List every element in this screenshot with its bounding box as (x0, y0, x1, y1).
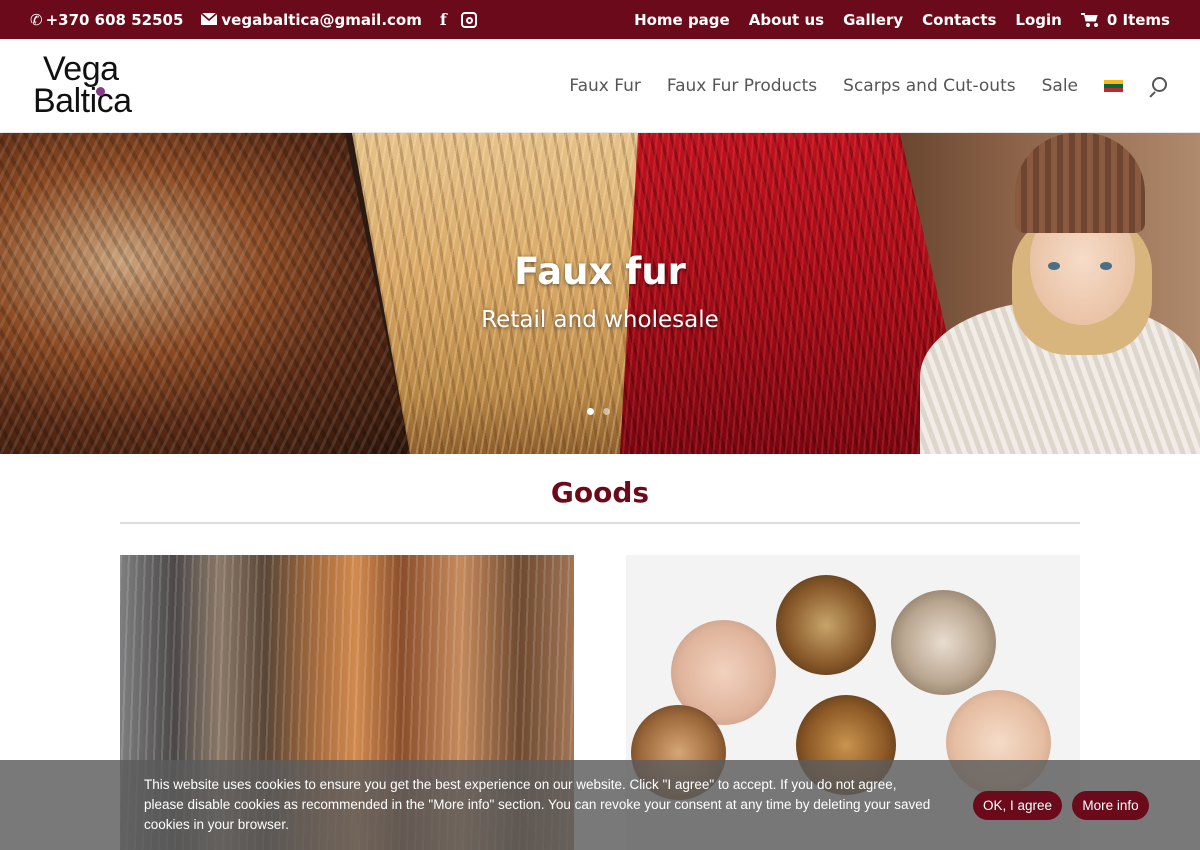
hero-subtitle: Retail and wholesale (481, 307, 719, 333)
cart-count: 0 Items (1106, 10, 1170, 29)
pompom (776, 575, 876, 675)
goods-heading: Goods (550, 476, 650, 509)
top-nav-home[interactable]: Home page (634, 11, 730, 29)
main-nav: Faux Fur Faux Fur Products Scarps and Cu… (569, 39, 1167, 133)
facebook-icon[interactable]: f (440, 10, 447, 29)
cookie-banner: This website uses cookies to ensure you … (0, 760, 1200, 850)
phone-number: +370 608 52505 (45, 10, 184, 29)
nav-scarps-cutouts[interactable]: Scarps and Cut-outs (843, 76, 1015, 96)
cart-icon (1080, 12, 1099, 27)
cookie-more-info-button[interactable]: More info (1072, 791, 1149, 820)
lithuanian-flag-icon[interactable] (1104, 79, 1123, 93)
top-nav-login[interactable]: Login (1015, 11, 1061, 29)
hero-fur-brown-panel (0, 133, 410, 454)
nav-faux-fur[interactable]: Faux Fur (569, 76, 641, 96)
email-address: vegabaltica@gmail.com (221, 10, 422, 29)
slider-dot[interactable] (603, 408, 610, 415)
logo-line-2: Baltica (33, 82, 132, 120)
cookie-agree-button[interactable]: OK, I agree (973, 791, 1062, 820)
main-header: Vega Baltica Faux Fur Faux Fur Products … (0, 39, 1200, 133)
instagram-icon[interactable] (460, 11, 477, 28)
top-nav: Home page About us Gallery Contacts Logi… (634, 0, 1170, 39)
cart-link[interactable]: 0 Items (1080, 10, 1170, 29)
email-link[interactable]: vegabaltica@gmail.com (183, 10, 422, 29)
goods-divider (120, 522, 1080, 524)
top-nav-contacts[interactable]: Contacts (922, 11, 996, 29)
search-icon[interactable] (1149, 77, 1167, 95)
contact-info: ✆ +370 608 52505 vegabaltica@gmail.com f (30, 0, 477, 39)
logo[interactable]: Vega Baltica (33, 50, 143, 120)
envelope-icon (200, 11, 218, 29)
cookie-message: This website uses cookies to ensure you … (144, 777, 931, 832)
top-bar: ✆ +370 608 52505 vegabaltica@gmail.com f… (0, 0, 1200, 39)
girl-hat (1015, 133, 1145, 233)
hero-title: Faux fur (514, 250, 686, 293)
phone-link[interactable]: ✆ +370 608 52505 (30, 11, 183, 29)
top-nav-gallery[interactable]: Gallery (843, 11, 903, 29)
slider-dots (587, 408, 610, 415)
nav-sale[interactable]: Sale (1042, 76, 1078, 96)
nav-faux-fur-products[interactable]: Faux Fur Products (667, 76, 817, 96)
top-nav-about[interactable]: About us (749, 11, 824, 29)
slider-dot[interactable] (587, 408, 594, 415)
logo-dot (96, 87, 105, 96)
pompom (891, 590, 996, 695)
phone-icon: ✆ (30, 10, 43, 29)
